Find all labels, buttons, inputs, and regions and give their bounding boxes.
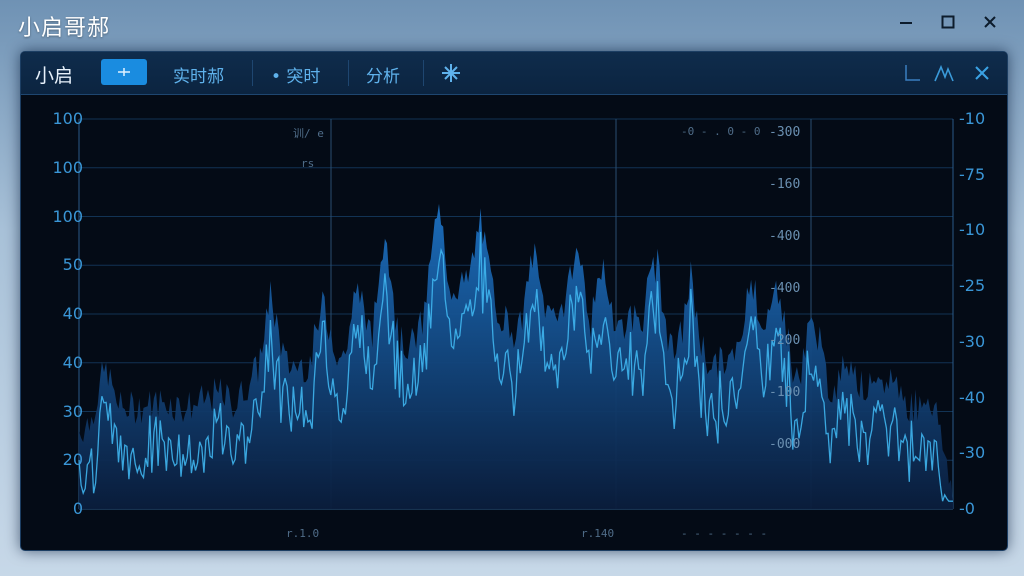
y-tick-left: 50	[62, 255, 83, 275]
y-tick-left: 40	[62, 352, 83, 372]
minimize-button[interactable]	[892, 8, 920, 36]
y-tick-right: -0	[959, 499, 975, 518]
minimize-icon	[900, 22, 912, 24]
y-tick-right: -10	[959, 109, 986, 128]
toolbar-divider	[348, 60, 349, 86]
chart-annotation: rs	[301, 157, 315, 170]
close-icon	[975, 66, 989, 80]
y-tick-left: 100	[52, 109, 83, 128]
add-button[interactable]	[101, 59, 147, 85]
y-tick-right: -30	[959, 331, 986, 351]
inner-tick: -160	[769, 177, 801, 192]
y-tick-right: -10	[959, 220, 986, 240]
y-tick-right: -30	[959, 443, 986, 463]
settings-button[interactable]	[438, 60, 464, 86]
y-tick-left: 20	[62, 450, 83, 470]
y-tick-left: 40	[62, 304, 83, 323]
wave-icon	[934, 64, 954, 82]
inner-tick: -000	[769, 437, 801, 452]
close-icon	[984, 16, 996, 28]
inner-tick: -400	[769, 229, 801, 244]
chart-annotation: - - - - - - -	[681, 527, 768, 540]
back-arrow-icon	[118, 68, 130, 76]
inner-tick: -300	[769, 125, 801, 140]
tab-type[interactable]: • 突时	[271, 62, 320, 87]
chart-area: 100 100 100 50 40 40 30 20 0 -10 -75 -10 -25 -30 -40 -3…	[21, 95, 1007, 550]
y-tick-right: -75	[959, 164, 986, 184]
y-tick-left: 100	[52, 206, 83, 226]
toolbar-divider	[423, 60, 424, 86]
y-tick-left: 30	[62, 401, 83, 421]
axis-icon	[905, 65, 920, 81]
y-tick-right: -40	[959, 387, 986, 407]
line-chart-button[interactable]	[899, 60, 925, 86]
tab-analysis[interactable]: 分析	[366, 62, 400, 87]
maximize-icon	[941, 15, 955, 29]
chart-annotation: r.140	[581, 527, 615, 540]
close-button[interactable]	[976, 8, 1004, 36]
y-tick-right: -25	[959, 276, 986, 296]
toolbar: 小启 实时郝 • 突时 分析	[21, 52, 1007, 95]
inner-tick: -100	[769, 385, 801, 400]
maximize-button[interactable]	[934, 8, 962, 36]
wave-view-button[interactable]	[931, 60, 957, 86]
waveform-area	[79, 203, 953, 509]
chart-annotation: 训/ e	[293, 127, 324, 140]
y-tick-left: 0	[72, 499, 83, 518]
close-panel-button[interactable]	[969, 60, 995, 86]
sparkle-icon	[442, 64, 460, 82]
y-tick-left: 100	[52, 157, 83, 177]
inner-tick: -400	[769, 281, 801, 296]
inner-tick: -200	[769, 333, 801, 348]
app-name: 小启	[35, 65, 74, 87]
window-controls	[892, 8, 1004, 36]
chart-annotation: r.1.0	[286, 527, 320, 540]
chart-panel: 小启 实时郝 • 突时 分析 100 100 100 50 40 40 30 2…	[20, 51, 1008, 551]
window-title: 小启哥郝	[18, 16, 111, 41]
tab-realtime[interactable]: 实时郝	[173, 62, 224, 87]
toolbar-divider	[252, 60, 253, 86]
waveform-chart	[78, 118, 954, 510]
chart-annotation: -0 - . 0 - 0	[681, 125, 761, 138]
